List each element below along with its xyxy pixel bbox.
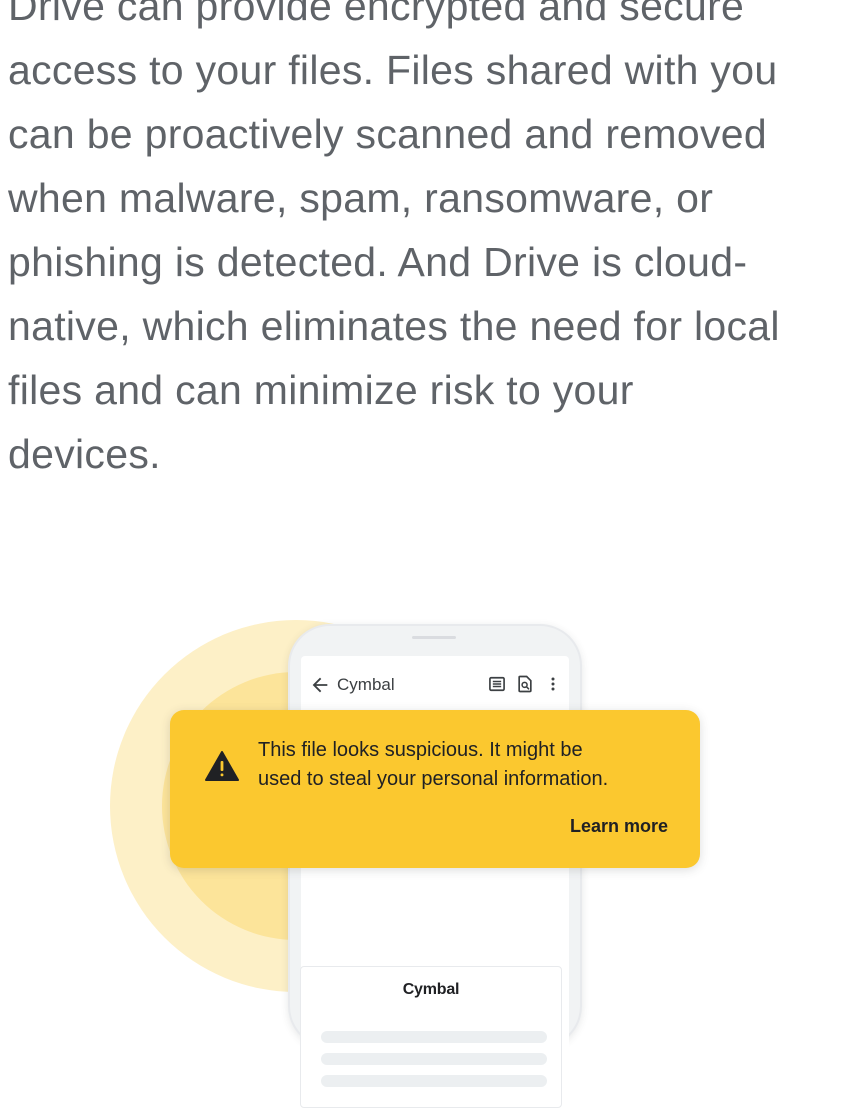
- body-line: native, which eliminates the need for lo…: [8, 303, 780, 349]
- comment-icon[interactable]: [487, 674, 507, 694]
- back-arrow-icon[interactable]: [309, 674, 331, 696]
- body-line: phishing is detected. And Drive is cloud…: [8, 239, 748, 285]
- body-line: Drive can provide encrypted and secure: [8, 0, 745, 29]
- placeholder-text-line: [321, 1075, 547, 1087]
- document-preview: Cymbal: [300, 966, 562, 1108]
- warning-message-line: This file looks suspicious. It might be: [258, 739, 583, 761]
- warning-message: This file looks suspicious. It might be …: [258, 736, 678, 794]
- placeholder-text-line: [321, 1031, 547, 1043]
- body-line: access to your files. Files shared with …: [8, 47, 778, 93]
- body-line: files and can minimize risk to your: [8, 367, 634, 413]
- drive-security-illustration: Cymbal Cymbal This file looks suspicious…: [0, 560, 860, 1108]
- body-line: can be proactively scanned and removed: [8, 111, 767, 157]
- body-line: when malware, spam, ransomware, or: [8, 175, 714, 221]
- suspicious-file-warning-banner: This file looks suspicious. It might be …: [170, 710, 700, 868]
- more-vert-icon[interactable]: [543, 674, 563, 694]
- find-in-page-icon[interactable]: [515, 674, 535, 694]
- document-title: Cymbal: [402, 981, 460, 998]
- placeholder-text-line: [321, 1053, 547, 1065]
- body-paragraph: Drive can provide encrypted and secure a…: [8, 0, 853, 486]
- app-bar: Cymbal: [301, 656, 569, 712]
- app-title: Cymbal: [337, 675, 395, 694]
- body-line: devices.: [8, 431, 161, 477]
- learn-more-link[interactable]: Learn more: [570, 816, 668, 837]
- warning-triangle-icon: [205, 751, 239, 781]
- phone-grabber: [412, 636, 456, 639]
- warning-message-line: used to steal your personal information.: [258, 768, 609, 790]
